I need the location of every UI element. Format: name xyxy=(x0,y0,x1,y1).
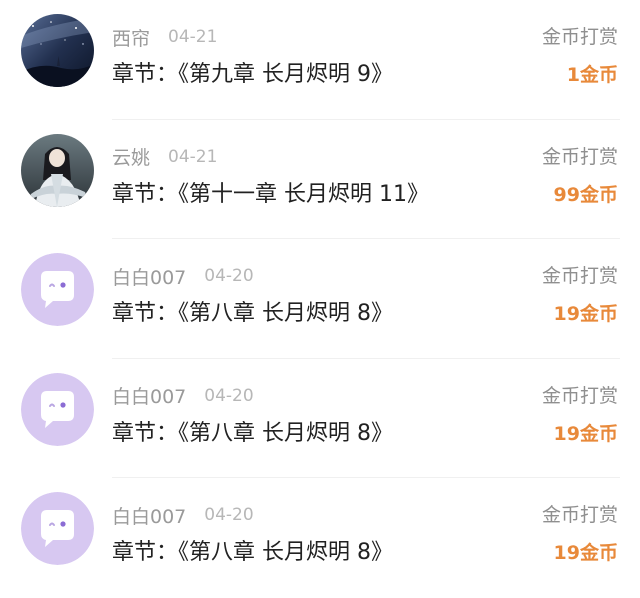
reward-type: 金币打赏 xyxy=(541,265,618,287)
row-meta: 西帘 04-21 xyxy=(112,22,217,52)
reward-row[interactable]: 白白007 04-20 章节：《第八章 长月烬明 8》 金币打赏 19金币 xyxy=(0,239,640,359)
user-name[interactable]: 白白007 xyxy=(112,382,186,409)
reward-row[interactable]: 西帘 04-21 章节：《第九章 长月烬明 9》 金币打赏 1金币 xyxy=(0,0,640,120)
reward-amount: 99金币 xyxy=(553,183,618,206)
night-sky-avatar[interactable] xyxy=(21,14,94,87)
reward-row[interactable]: 云姚 04-21 章节：《第十一章 长月烬明 11》 金币打赏 99金币 xyxy=(0,120,640,239)
chapter-title: 章节：《第八章 长月烬明 8》 xyxy=(112,540,393,565)
chapter-title: 章节：《第八章 长月烬明 8》 xyxy=(112,420,393,446)
user-name[interactable]: 白白007 xyxy=(112,263,186,290)
user-name[interactable]: 西帘 xyxy=(112,24,150,51)
row-meta: 白白007 04-20 xyxy=(112,261,254,291)
chapter-title: 章节：《第十一章 长月烬明 11》 xyxy=(112,181,429,207)
reward-amount: 1金币 xyxy=(566,64,618,86)
row-meta: 云姚 04-21 xyxy=(112,142,217,172)
reward-date: 04-20 xyxy=(204,266,254,286)
reward-type: 金币打赏 xyxy=(541,504,618,526)
night-sky-avatar-image xyxy=(21,14,94,87)
row-meta: 白白007 04-20 xyxy=(112,500,254,530)
chapter-title: 章节：《第八章 长月烬明 8》 xyxy=(112,301,393,326)
character-portrait-avatar-image xyxy=(21,133,94,207)
chat-bubble-icon xyxy=(21,253,94,326)
chapter-title: 章节：《第九章 长月烬明 9》 xyxy=(112,62,393,87)
reward-type: 金币打赏 xyxy=(541,384,618,407)
reward-row[interactable]: 白白007 04-20 章节：《第八章 长月烬明 8》 金币打赏 19金币 xyxy=(0,359,640,478)
reward-date: 04-20 xyxy=(204,385,254,406)
reward-date: 04-21 xyxy=(168,146,218,167)
chat-bubble-icon xyxy=(21,492,94,565)
reward-type: 金币打赏 xyxy=(541,145,618,168)
reward-type: 金币打赏 xyxy=(541,26,618,48)
default-chat-bubble-avatar[interactable] xyxy=(21,253,94,326)
reward-amount: 19金币 xyxy=(553,542,618,564)
reward-date: 04-20 xyxy=(204,505,254,525)
character-portrait-avatar[interactable] xyxy=(21,133,94,207)
row-meta: 白白007 04-20 xyxy=(112,381,254,411)
reward-list: 西帘 04-21 章节：《第九章 长月烬明 9》 金币打赏 1金币 云姚 04-… xyxy=(0,0,640,594)
chat-bubble-icon xyxy=(21,372,94,446)
default-chat-bubble-avatar[interactable] xyxy=(21,372,94,446)
reward-date: 04-21 xyxy=(168,27,218,47)
reward-amount: 19金币 xyxy=(553,422,618,445)
default-chat-bubble-avatar[interactable] xyxy=(21,492,94,565)
reward-row[interactable]: 白白007 04-20 章节：《第八章 长月烬明 8》 金币打赏 19金币 xyxy=(0,478,640,598)
user-name[interactable]: 白白007 xyxy=(112,502,186,529)
reward-amount: 19金币 xyxy=(553,303,618,325)
user-name[interactable]: 云姚 xyxy=(112,143,150,170)
